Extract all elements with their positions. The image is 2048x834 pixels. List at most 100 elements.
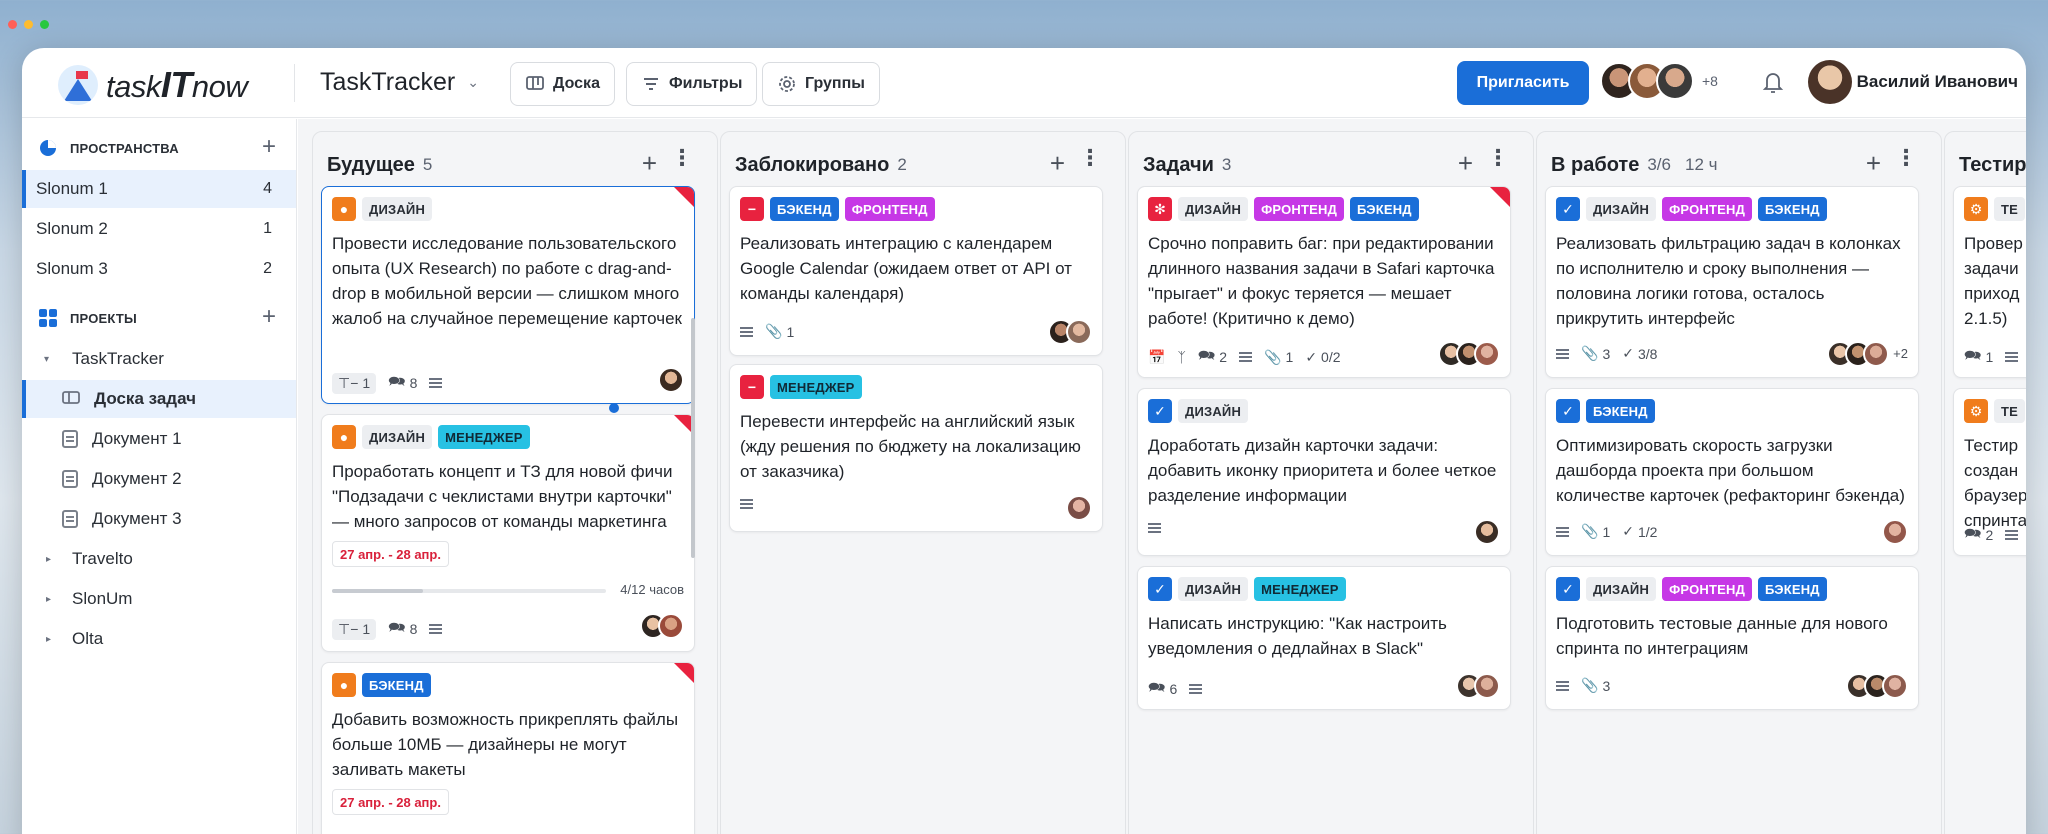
card-title: Добавить возможность прикреплять файлы б…	[332, 710, 679, 779]
avatars-more-count: +8	[1702, 73, 1718, 89]
urgent-flag	[674, 663, 694, 683]
card-assignees	[1456, 673, 1500, 699]
card-title: Написать инструкцию: "Как настроить увед…	[1148, 614, 1447, 658]
card-title: Доработать дизайн карточки задачи: добав…	[1148, 436, 1497, 505]
checklist: ✓ 0/2	[1305, 349, 1340, 366]
scrollbar[interactable]	[691, 318, 695, 558]
add-card-button[interactable]: +	[1050, 148, 1065, 179]
zoom-window-button[interactable]	[40, 20, 49, 29]
comment-icon: 🗪	[388, 619, 406, 635]
column-header: Будущее 5 + ⋮	[327, 147, 707, 180]
card-meta: ⊤− 1 🗪 8	[332, 617, 443, 641]
more-vertical-icon[interactable]: ⋮	[1079, 147, 1101, 169]
description-icon	[429, 624, 443, 634]
add-space-button[interactable]: +	[262, 133, 276, 161]
task-card[interactable]: ✻ ДИЗАЙН ФРОНТЕНД БЭКЕНД Срочно поправит…	[1137, 186, 1511, 378]
add-card-button[interactable]: +	[1866, 148, 1881, 179]
invite-button[interactable]: Пригласить	[1457, 61, 1589, 105]
sidebar-item-document-1[interactable]: Документ 1	[22, 420, 296, 458]
checklist: ✓ 1/2	[1622, 523, 1657, 540]
sidebar-project-travelto[interactable]: ▸ Travelto	[22, 540, 296, 578]
column-future: Будущее 5 + ⋮ ● ДИЗАЙН Провести исследов…	[312, 131, 718, 834]
blocked-icon: −	[740, 375, 764, 399]
link-count: 1	[362, 375, 371, 391]
tag-design: ДИЗАЙН	[1178, 197, 1249, 221]
card-meta: 🗪 6	[1148, 677, 1203, 701]
blocked-icon: −	[740, 197, 764, 221]
sidebar-item-slonum-3[interactable]: Slonum 3 2	[22, 250, 296, 288]
task-card[interactable]: ● БЭКЕНД Добавить возможность прикреплят…	[321, 662, 695, 834]
attachments: 📎 3	[1581, 345, 1610, 362]
user-task-icon: ●	[332, 197, 356, 221]
link-count: 1	[362, 621, 371, 637]
more-vertical-icon[interactable]: ⋮	[1487, 147, 1509, 169]
column-title: В работе	[1551, 153, 1640, 176]
comment-count: 2	[1219, 349, 1228, 365]
task-card[interactable]: − БЭКЕНД ФРОНТЕНД Реализовать интеграцию…	[729, 186, 1103, 356]
sidebar-item-task-board[interactable]: Доска задач	[22, 380, 296, 418]
due-date[interactable]: 27 апр. - 28 апр.	[332, 541, 449, 567]
board-view-button[interactable]: Доска	[510, 62, 615, 106]
task-card[interactable]: ● ДИЗАЙН МЕНЕДЖЕР Проработать концепт и …	[321, 414, 695, 652]
sidebar-project-slonum[interactable]: ▸ SlonUm	[22, 580, 296, 618]
user-name[interactable]: Василий Иванович	[1848, 72, 2018, 92]
filters-button[interactable]: Фильтры	[626, 62, 758, 106]
sidebar-item-label: Travelto	[72, 549, 133, 568]
sidebar-item-slonum-1[interactable]: Slonum 1 4	[22, 170, 296, 208]
user-task-icon: ●	[332, 425, 356, 449]
app-window: taskITnow TaskTracker ⌄ Доска Фильтры Гр…	[22, 48, 2026, 834]
app-logo[interactable]: taskITnow	[58, 64, 248, 106]
card-meta: 🗪 2	[1964, 523, 2019, 547]
sidebar: ПРОСТРАНСТВА + Slonum 1 4 Slonum 2 1 Slo…	[22, 119, 297, 834]
sidebar-item-document-2[interactable]: Документ 2	[22, 460, 296, 498]
caret-right-icon: ▸	[46, 593, 52, 605]
close-window-button[interactable]	[8, 20, 17, 29]
description-icon	[429, 378, 443, 388]
add-project-button[interactable]: +	[262, 303, 276, 331]
task-card[interactable]: − МЕНЕДЖЕР Перевести интерфейс на англий…	[729, 364, 1103, 532]
minimize-window-button[interactable]	[24, 20, 33, 29]
task-card[interactable]: ⚙ ТЕ Провер задачи приход 2.1.5) 🗪 1	[1953, 186, 2026, 378]
tag-frontend: ФРОНТЕНД	[1662, 577, 1753, 601]
card-tags: ● ДИЗАЙН	[332, 197, 433, 221]
comment-count: 1	[1985, 349, 1994, 365]
comments: 🗪 8	[388, 371, 417, 395]
task-card[interactable]: ● ДИЗАЙН Провести исследование пользоват…	[321, 186, 695, 404]
window-controls	[8, 20, 49, 29]
task-card[interactable]: ⚙ ТЕ Тестир создан браузер спринта 🗪 2	[1953, 388, 2026, 556]
tag-manager: МЕНЕДЖЕР	[770, 375, 862, 399]
team-avatars[interactable]: +8	[1600, 62, 1718, 100]
description-icon	[740, 499, 753, 509]
card-title: Подготовить тестовые данные для нового с…	[1556, 614, 1888, 658]
groups-button[interactable]: Группы	[762, 62, 880, 106]
task-card[interactable]: ✓ БЭКЕНД Оптимизировать скорость загрузк…	[1545, 388, 1919, 556]
user-avatar[interactable]	[1808, 60, 1852, 104]
attachment-count: 3	[1602, 345, 1611, 362]
sidebar-project-tasktracker[interactable]: ▾ TaskTracker	[22, 340, 296, 378]
project-switcher[interactable]: TaskTracker ⌄	[320, 68, 479, 97]
sidebar-item-slonum-2[interactable]: Slonum 2 1	[22, 210, 296, 248]
pie-chart-icon	[40, 140, 56, 156]
task-card[interactable]: ✓ ДИЗАЙН ФРОНТЕНД БЭКЕНД Подготовить тес…	[1545, 566, 1919, 710]
attachment-count: 1	[1285, 349, 1294, 365]
top-header: taskITnow TaskTracker ⌄ Доска Фильтры Гр…	[22, 48, 2026, 118]
sidebar-item-label: Документ 1	[92, 429, 182, 448]
task-card[interactable]: ✓ ДИЗАЙН ФРОНТЕНД БЭКЕНД Реализовать фил…	[1545, 186, 1919, 378]
task-card[interactable]: ✓ ДИЗАЙН Доработать дизайн карточки зада…	[1137, 388, 1511, 556]
tag-design: ДИЗАЙН	[1178, 577, 1249, 601]
sidebar-item-count: 4	[263, 180, 272, 197]
add-card-button[interactable]: +	[1458, 148, 1473, 179]
bell-icon[interactable]	[1762, 70, 1786, 94]
sidebar-item-document-3[interactable]: Документ 3	[22, 500, 296, 538]
avatar	[1882, 673, 1908, 699]
card-assignees	[1066, 495, 1092, 521]
avatar	[1882, 519, 1908, 545]
more-vertical-icon[interactable]: ⋮	[1895, 147, 1917, 169]
card-title: Провер задачи приход 2.1.5)	[1964, 234, 2023, 328]
task-card[interactable]: ✓ ДИЗАЙН МЕНЕДЖЕР Написать инструкцию: "…	[1137, 566, 1511, 710]
more-vertical-icon[interactable]: ⋮	[671, 147, 693, 169]
add-card-button[interactable]: +	[642, 148, 657, 179]
drag-handle[interactable]	[609, 403, 619, 413]
due-date[interactable]: 27 апр. - 28 апр.	[332, 789, 449, 815]
sidebar-project-olta[interactable]: ▸ Olta	[22, 620, 296, 658]
